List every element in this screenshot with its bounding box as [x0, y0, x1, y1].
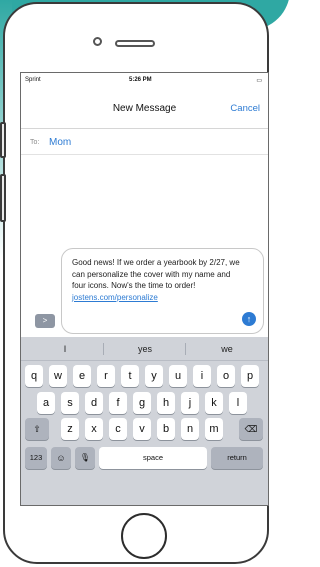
key-a[interactable]: a: [37, 392, 55, 414]
message-text: Good news! If we order a yearbook by 2/2…: [72, 257, 244, 303]
suggestion-item[interactable]: we: [197, 344, 257, 354]
key-p[interactable]: p: [241, 365, 259, 387]
return-key[interactable]: return: [211, 447, 263, 469]
phone-screen: Sprint 5:26 PM ▭ New Message Cancel To: …: [20, 72, 269, 506]
message-link[interactable]: jostens.com/personalize: [72, 293, 158, 302]
key-d[interactable]: d: [85, 392, 103, 414]
key-l[interactable]: l: [229, 392, 247, 414]
key-y[interactable]: y: [145, 365, 163, 387]
key-e[interactable]: e: [73, 365, 91, 387]
earpiece-speaker: [115, 40, 155, 47]
key-n[interactable]: n: [181, 418, 199, 440]
numbers-key[interactable]: 123: [25, 447, 47, 469]
carrier-label: Sprint: [25, 77, 41, 83]
microphone-icon[interactable]: 🎙: [75, 447, 95, 469]
message-header: New Message Cancel: [21, 91, 268, 129]
key-w[interactable]: w: [49, 365, 67, 387]
message-input[interactable]: Good news! If we order a yearbook by 2/2…: [61, 248, 264, 334]
apps-chevron-icon[interactable]: >: [35, 314, 55, 328]
shift-key[interactable]: ⇧: [25, 418, 49, 440]
key-q[interactable]: q: [25, 365, 43, 387]
message-body: Good news! If we order a yearbook by 2/2…: [72, 258, 240, 290]
key-m[interactable]: m: [205, 418, 223, 440]
phone-frame: Sprint 5:26 PM ▭ New Message Cancel To: …: [0, 2, 269, 564]
key-s[interactable]: s: [61, 392, 79, 414]
space-key[interactable]: space: [99, 447, 207, 469]
cancel-button[interactable]: Cancel: [230, 103, 260, 114]
key-c[interactable]: c: [109, 418, 127, 440]
to-label: To:: [30, 139, 40, 146]
recipient-name[interactable]: Mom: [49, 137, 71, 148]
keyboard: I yes we qwertyuiop asdfghjkl zxcvbnm ⇧ …: [21, 337, 268, 505]
key-v[interactable]: v: [133, 418, 151, 440]
suggestion-divider: [103, 343, 104, 355]
key-j[interactable]: j: [181, 392, 199, 414]
key-u[interactable]: u: [169, 365, 187, 387]
key-o[interactable]: o: [217, 365, 235, 387]
battery-icon: ▭: [256, 78, 262, 84]
key-r[interactable]: r: [97, 365, 115, 387]
suggestion-item[interactable]: yes: [115, 344, 175, 354]
emoji-icon[interactable]: ☺: [51, 447, 71, 469]
key-h[interactable]: h: [157, 392, 175, 414]
suggestion-bar: I yes we: [21, 337, 268, 361]
front-camera: [93, 37, 102, 46]
delete-key[interactable]: ⌫: [239, 418, 263, 440]
key-f[interactable]: f: [109, 392, 127, 414]
key-b[interactable]: b: [157, 418, 175, 440]
home-button[interactable]: [121, 513, 167, 559]
key-z[interactable]: z: [61, 418, 79, 440]
status-time: 5:26 PM: [129, 77, 152, 83]
volume-button: [0, 122, 6, 158]
key-k[interactable]: k: [205, 392, 223, 414]
volume-button: [0, 174, 6, 222]
key-i[interactable]: i: [193, 365, 211, 387]
key-x[interactable]: x: [85, 418, 103, 440]
suggestion-item[interactable]: I: [35, 344, 95, 354]
recipient-row[interactable]: To: Mom: [21, 133, 268, 155]
key-g[interactable]: g: [133, 392, 151, 414]
key-t[interactable]: t: [121, 365, 139, 387]
status-bar: Sprint 5:26 PM ▭: [21, 73, 268, 87]
arrow-up-icon[interactable]: ↑: [242, 312, 256, 326]
suggestion-divider: [185, 343, 186, 355]
